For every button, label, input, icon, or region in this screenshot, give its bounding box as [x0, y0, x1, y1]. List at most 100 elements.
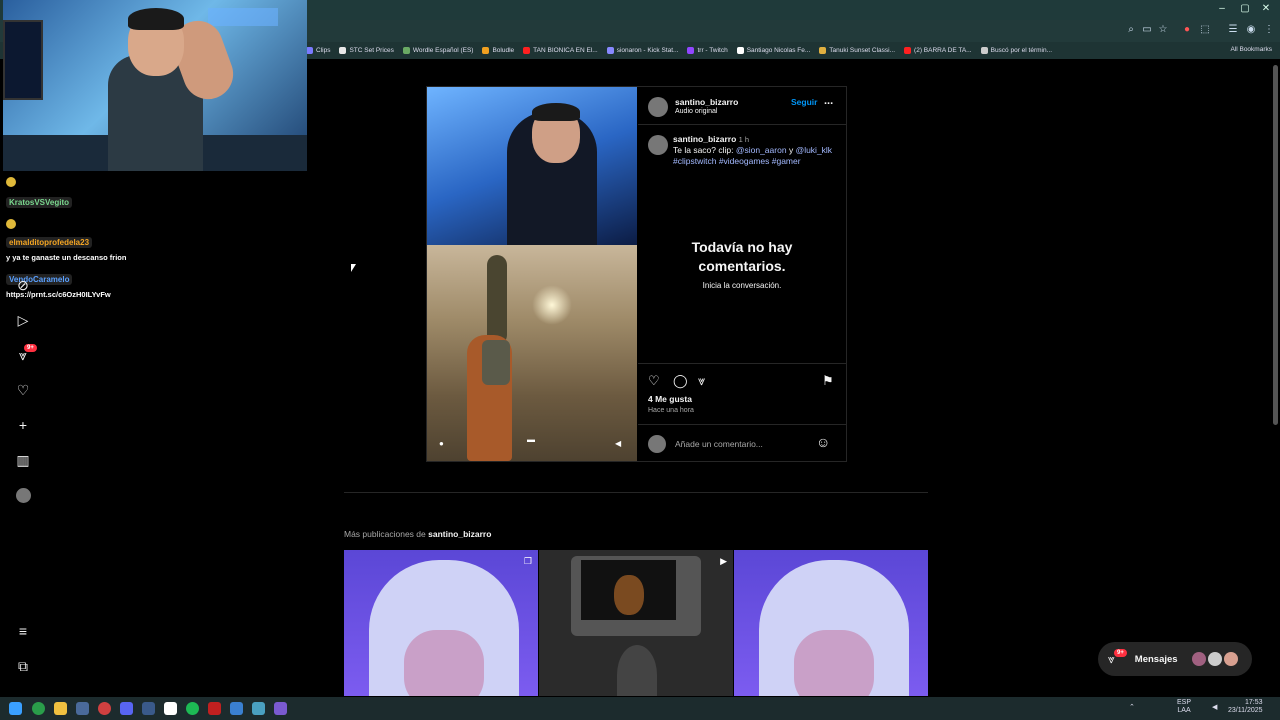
post-thumbnail[interactable]: [734, 550, 928, 696]
bookmark-label: Clips: [316, 47, 331, 54]
follow-button[interactable]: Seguir: [791, 97, 817, 107]
mention-link[interactable]: @sion_aaron: [736, 145, 787, 155]
tray-chevron-icon[interactable]: ⌃: [1129, 703, 1135, 711]
bookmark-item[interactable]: Clips: [306, 47, 330, 54]
post-header: santino_bizarro Audio original Seguir ..…: [638, 87, 846, 125]
author-avatar[interactable]: [648, 97, 668, 117]
user-tag-icon[interactable]: ●: [439, 439, 444, 448]
caption-time: 1 h: [738, 135, 750, 144]
bookmark-favicon-icon: [339, 47, 347, 54]
emote-icon: [6, 219, 16, 229]
extension-icon[interactable]: ●: [1180, 24, 1194, 35]
comment-bar: Añade un comentario... ☺: [638, 424, 846, 462]
volume-icon[interactable]: ◀: [615, 439, 621, 448]
folder-icon[interactable]: [54, 702, 67, 715]
messages-button[interactable]: ⩔ 9+ Mensajes: [1098, 642, 1252, 676]
explore-icon[interactable]: ⊘: [14, 276, 32, 294]
app-icon[interactable]: [274, 702, 287, 715]
post-time: Hace una hora: [648, 407, 694, 414]
empty-comments: Todavía no hay comentarios. Inicia la co…: [638, 238, 846, 290]
more-options-icon[interactable]: ...: [824, 95, 833, 107]
app-icon[interactable]: [98, 702, 111, 715]
bookmark-item[interactable]: trr - Twitch: [687, 47, 728, 54]
more-menu-icon[interactable]: ≡: [14, 622, 32, 640]
bookmark-label: Tanuki Sunset Classi...: [829, 47, 896, 54]
app-icon[interactable]: [230, 702, 243, 715]
comment-icon[interactable]: ◯: [673, 373, 688, 389]
hashtags[interactable]: #clipstwitch #videogames #gamer: [673, 156, 801, 166]
chat-avatar: [1191, 652, 1206, 666]
app-icon[interactable]: [142, 702, 155, 715]
minimize-icon[interactable]: –: [1212, 3, 1232, 14]
bookmark-item[interactable]: sionaron - Kick Stat...: [606, 47, 678, 54]
menu-icon[interactable]: ⋮: [1262, 24, 1276, 35]
puzzle-icon[interactable]: ⬚: [1198, 24, 1212, 35]
more-posts-author[interactable]: santino_bizarro: [428, 529, 491, 539]
app-icon[interactable]: [208, 702, 221, 715]
caption-avatar[interactable]: [648, 135, 668, 155]
close-icon[interactable]: ✕: [1256, 3, 1276, 14]
cast-icon[interactable]: ▭: [1140, 24, 1154, 35]
zoom-icon[interactable]: ⌕: [1124, 24, 1138, 35]
divider: [344, 492, 928, 493]
chrome-icon[interactable]: [32, 702, 45, 715]
app-icon[interactable]: [252, 702, 265, 715]
language-indicator[interactable]: ESP LAA: [1177, 699, 1191, 715]
post-thumbnail[interactable]: ▶: [539, 550, 733, 696]
tabs-icon[interactable]: ☰: [1226, 24, 1240, 35]
notification-badge: 9+: [24, 344, 37, 352]
bookmark-item[interactable]: STC Set Prices: [339, 47, 394, 54]
reel-icon: ▶: [720, 556, 727, 566]
clock-time: 17:53: [1244, 699, 1263, 706]
start-icon[interactable]: [9, 702, 22, 715]
volume-tray-icon[interactable]: ◀: [1212, 703, 1217, 711]
bookmark-label: STC Set Prices: [349, 47, 394, 54]
bookmark-item[interactable]: Wordle Español (ES): [402, 47, 473, 54]
emoji-icon[interactable]: ☺: [816, 434, 830, 450]
steam-icon[interactable]: [76, 702, 89, 715]
apps-icon[interactable]: ⧉: [14, 657, 32, 675]
bookmark-item[interactable]: TAN BIONICA EN El...: [523, 47, 598, 54]
bookmark-favicon-icon: [402, 47, 410, 54]
profile-avatar[interactable]: [14, 486, 32, 504]
likes-count[interactable]: 4 Me gusta: [648, 394, 692, 404]
star-icon[interactable]: ☆: [1156, 24, 1170, 35]
messages-badge: 9+: [1114, 649, 1127, 657]
bookmark-item[interactable]: Buscó por el términ...: [980, 47, 1052, 54]
bookmark-favicon-icon: [306, 47, 313, 54]
profile-icon[interactable]: ◉: [1244, 24, 1258, 35]
share-icon[interactable]: ⩔: [698, 373, 705, 389]
bookmark-label: Santiago Nicolas Fe...: [746, 47, 811, 54]
spotify-icon[interactable]: [186, 702, 199, 715]
clock[interactable]: 17:53 23/11/2025: [1228, 699, 1263, 715]
post-thumbnail[interactable]: ❐: [344, 550, 538, 696]
audio-label[interactable]: Audio original: [675, 108, 717, 115]
bookmark-label: Boludle: [492, 47, 515, 54]
all-bookmarks[interactable]: All Bookmarks: [1230, 46, 1272, 53]
post-video[interactable]: ● ▬ ◀: [427, 87, 637, 461]
mention-link[interactable]: @luki_klk: [796, 145, 833, 155]
scrollbar[interactable]: [1273, 60, 1278, 697]
post-details: santino_bizarro Audio original Seguir ..…: [638, 87, 846, 461]
comment-input[interactable]: Añade un comentario...: [675, 439, 763, 449]
discord-icon[interactable]: [120, 702, 133, 715]
save-icon[interactable]: ⚑: [822, 373, 834, 389]
bookmark-favicon-icon: [819, 47, 827, 54]
bookmark-favicon-icon: [980, 47, 988, 54]
heart-icon[interactable]: ♡: [14, 381, 32, 399]
bookmark-item[interactable]: Santiago Nicolas Fe...: [736, 47, 811, 54]
app-icon[interactable]: [164, 702, 177, 715]
bookmark-item[interactable]: (2) BARRA DE TA...: [904, 47, 972, 54]
bookmark-favicon-icon: [482, 47, 490, 54]
caption-author[interactable]: santino_bizarro: [673, 134, 736, 144]
like-icon[interactable]: ♡: [648, 373, 660, 389]
bookmark-item[interactable]: Tanuki Sunset Classi...: [819, 47, 895, 54]
dashboard-icon[interactable]: ▥: [14, 451, 32, 469]
author-username[interactable]: santino_bizarro: [675, 97, 738, 107]
reels-icon[interactable]: ▷: [14, 311, 32, 329]
maximize-icon[interactable]: ▢: [1235, 3, 1255, 14]
create-icon[interactable]: +: [14, 416, 32, 434]
lang-layout: LAA: [1177, 707, 1191, 714]
chat-avatar: [1207, 652, 1222, 666]
bookmark-item[interactable]: Boludle: [482, 47, 514, 54]
